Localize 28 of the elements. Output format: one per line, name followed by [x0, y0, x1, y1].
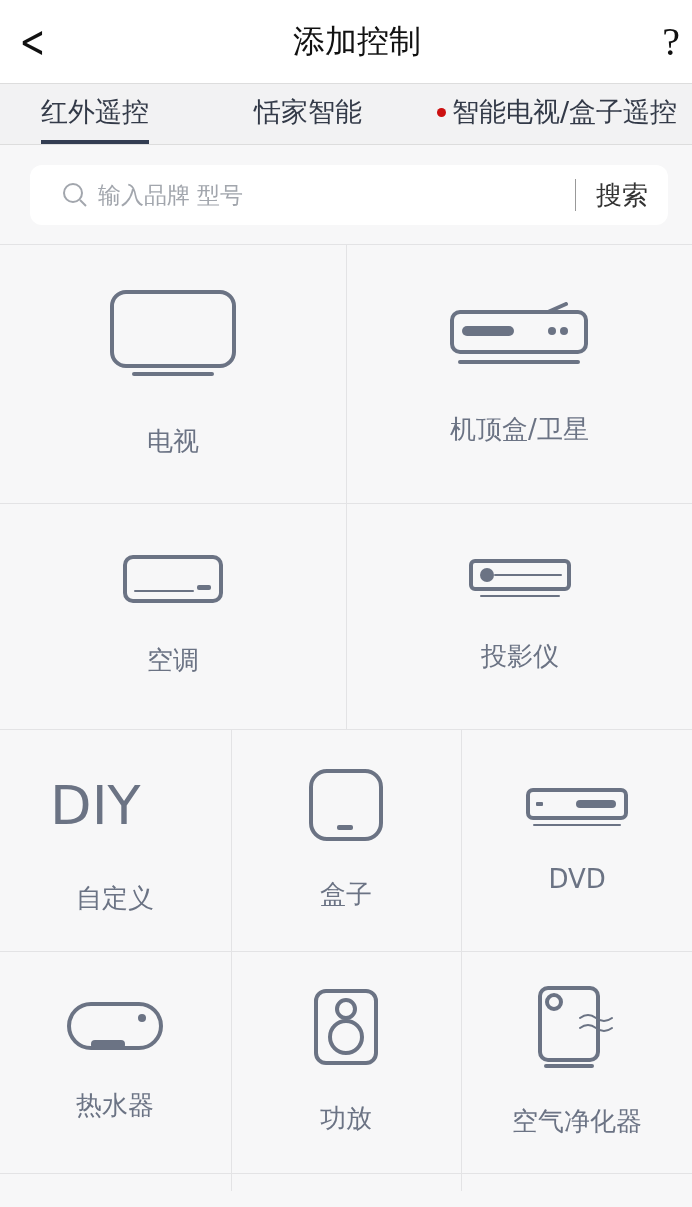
water-heater-icon	[67, 1002, 164, 1052]
tab[interactable]: 智能电视/盒子遥控	[437, 84, 678, 144]
air-conditioner-icon	[123, 555, 223, 603]
device-label[interactable]: 投影仪	[480, 639, 559, 674]
device-label[interactable]: 盒子	[320, 877, 373, 912]
box-icon	[309, 769, 384, 841]
search-field[interactable]: 输入品牌 型号 搜索	[30, 165, 668, 225]
search-button[interactable]: 搜索	[596, 177, 648, 213]
tv-icon	[110, 289, 236, 378]
projector-icon	[468, 559, 571, 599]
device-label[interactable]: 空调	[147, 643, 199, 678]
device-label[interactable]: 空气净化器	[512, 1104, 643, 1139]
diy-icon: DIY	[50, 765, 141, 845]
device-label[interactable]: 热水器	[76, 1088, 155, 1123]
device-label[interactable]: DVD	[548, 863, 606, 894]
set-top-box-icon	[449, 301, 590, 366]
tab[interactable]: 恬家智能	[254, 84, 362, 144]
device-label[interactable]: 功放	[320, 1101, 373, 1136]
device-label[interactable]: 机顶盒/卫星	[450, 411, 589, 447]
speaker-icon	[314, 989, 379, 1065]
tab[interactable]: 红外遥控	[41, 84, 149, 144]
back-button[interactable]: <	[19, 19, 46, 64]
dvd-player-icon	[526, 787, 629, 828]
page-title: 添加控制	[292, 20, 421, 62]
device-label[interactable]: 自定义	[76, 881, 155, 916]
help-button[interactable]: ?	[662, 21, 680, 62]
device-label[interactable]: 电视	[147, 423, 199, 459]
search-icon	[62, 182, 88, 208]
